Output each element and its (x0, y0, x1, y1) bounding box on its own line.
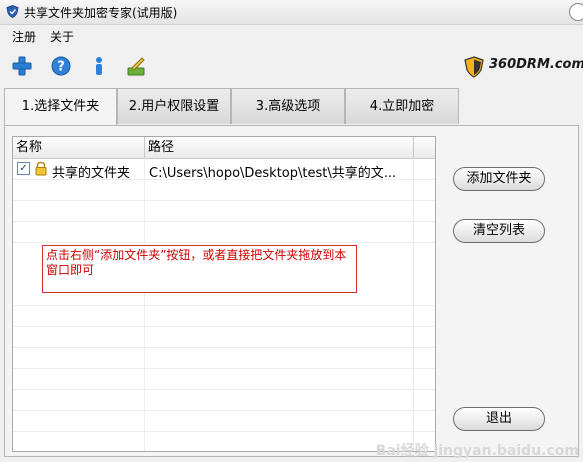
menu-register[interactable]: 注册 (12, 28, 36, 45)
list-item[interactable]: ✓ 共享的文件夹 C:\Users\hopo\Desktop\test\共享的文… (13, 159, 435, 181)
row-checkbox[interactable]: ✓ (17, 162, 30, 175)
tab-advanced-options[interactable]: 3.高级选项 (231, 88, 345, 124)
grid-line (13, 431, 435, 432)
info-icon[interactable] (87, 54, 111, 78)
menu-bar: 注册 关于 (0, 25, 583, 45)
folder-path: C:\Users\hopo\Desktop\test\共享的文... (149, 166, 397, 181)
close-button[interactable] (569, 3, 583, 21)
grid-line (13, 368, 435, 369)
tab-user-permissions[interactable]: 2.用户权限设置 (117, 88, 231, 124)
grid-line (13, 389, 435, 390)
watermark: Bai经验 jingyan.baidu.com (375, 443, 579, 459)
grid-line (13, 326, 435, 327)
add-icon[interactable] (10, 54, 34, 78)
column-name-header[interactable]: 名称 (13, 137, 144, 158)
lock-icon (35, 161, 47, 176)
help-icon[interactable]: ? (49, 54, 73, 78)
drag-hint: 点击右侧“添加文件夹”按钮，或者直接把文件夹拖放到本窗口即可 (42, 245, 357, 293)
grid-line (13, 410, 435, 411)
title-bar: 共享文件夹加密专家(试用版) (0, 0, 583, 25)
svg-text:?: ? (57, 60, 65, 75)
window-title: 共享文件夹加密专家(试用版) (24, 6, 178, 20)
grid-line (13, 242, 435, 243)
tab-select-folder[interactable]: 1.选择文件夹 (4, 88, 117, 126)
grid-line (13, 200, 435, 201)
column-path-header[interactable]: 路径 (145, 137, 413, 158)
shield-icon (6, 5, 19, 18)
edit-icon[interactable] (124, 54, 148, 78)
menu-about[interactable]: 关于 (50, 28, 74, 45)
grid-line (13, 305, 435, 306)
column-divider[interactable] (413, 137, 414, 158)
clear-list-button[interactable]: 清空列表 (453, 219, 545, 243)
grid-line (13, 221, 435, 222)
tab-panel: 名称 路径 ✓ 共享的文件夹 C:\Users\hopo\Desktop\tes… (4, 125, 579, 457)
toolbar: ? 360DRM.com (0, 46, 583, 86)
grid-line (13, 347, 435, 348)
folder-list[interactable]: 名称 路径 ✓ 共享的文件夹 C:\Users\hopo\Desktop\tes… (12, 136, 436, 452)
exit-button[interactable]: 退出 (453, 407, 545, 431)
brand-logo: 360DRM.com (463, 56, 583, 78)
brand-text: 360DRM.com (489, 57, 583, 72)
add-folder-button[interactable]: 添加文件夹 (453, 167, 545, 191)
list-header: 名称 路径 (13, 137, 435, 159)
tab-encrypt-now[interactable]: 4.立即加密 (345, 88, 459, 124)
brand-shield-icon (464, 56, 484, 78)
folder-name: 共享的文件夹 (52, 166, 131, 181)
